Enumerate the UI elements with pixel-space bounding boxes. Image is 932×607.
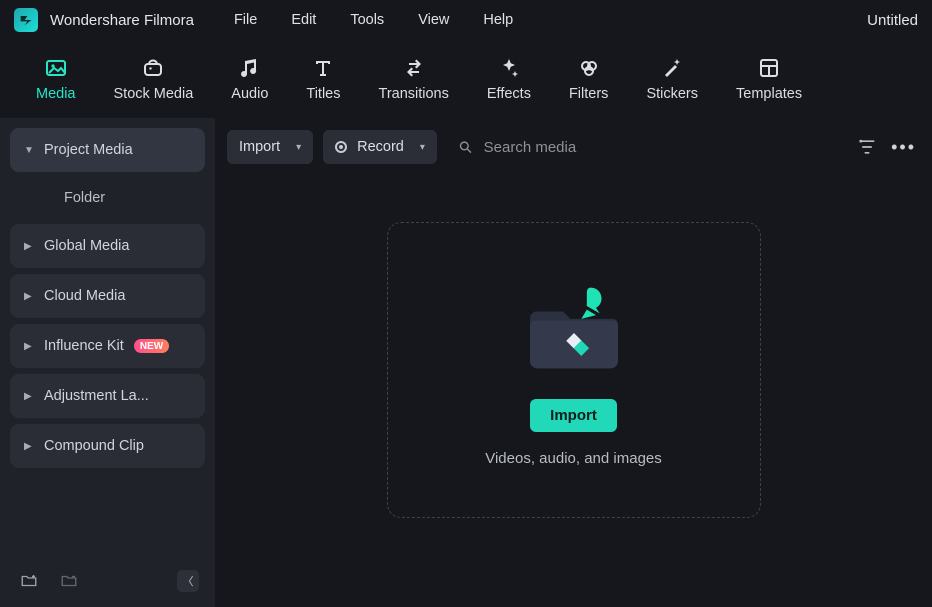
sidebar-item-folder[interactable]: Folder [10,178,205,218]
new-folder-button[interactable] [16,568,42,594]
chevron-right-icon: ▶ [24,241,34,252]
sidebar-item-cloud-media[interactable]: ▶ Cloud Media [10,274,205,318]
menubar: File Edit Tools View Help [234,12,855,28]
chevron-left-icon: 〈 [183,573,194,589]
swap-icon [402,56,426,80]
chevron-right-icon: ▶ [24,441,34,452]
tab-audio[interactable]: Audio [231,56,268,102]
tab-stock-media[interactable]: Stock Media [114,56,194,102]
chevron-right-icon: ▶ [24,391,34,402]
folder-minus-icon [60,572,78,590]
sidebar-item-label: Folder [64,190,105,206]
chevron-down-icon: ▾ [420,142,425,153]
music-note-icon [238,56,262,80]
titlebar: Wondershare Filmora File Edit Tools View… [0,0,932,40]
new-badge: NEW [134,339,169,353]
import-dropdown-label: Import [239,139,280,155]
menu-file[interactable]: File [234,12,257,28]
tab-label: Titles [306,86,340,102]
tab-transitions[interactable]: Transitions [379,56,449,102]
more-button[interactable]: ••• [887,137,920,158]
collapse-sidebar-button[interactable]: 〈 [177,570,199,592]
tab-filters[interactable]: Filters [569,56,608,102]
import-dropdown[interactable]: Import ▾ [227,130,313,164]
layout-icon [757,56,781,80]
tab-label: Filters [569,86,608,102]
text-icon [311,56,335,80]
chevron-right-icon: ▶ [24,341,34,352]
sidebar-item-label: Cloud Media [44,288,125,304]
sidebar-item-label: Compound Clip [44,438,144,454]
filter-icon [857,137,877,157]
app-title: Wondershare Filmora [50,12,194,29]
sparkle-icon [497,56,521,80]
menu-help[interactable]: Help [483,12,513,28]
folder-illustration [519,273,629,383]
main-panel: Import ▾ Record ▾ ••• [215,118,932,607]
tab-label: Transitions [379,86,449,102]
sidebar-item-label: Project Media [44,142,133,158]
record-dropdown-label: Record [357,139,404,155]
menu-tools[interactable]: Tools [350,12,384,28]
tab-templates[interactable]: Templates [736,56,802,102]
sidebar-footer: 〈 [10,561,205,607]
app-logo [14,8,38,32]
record-dropdown[interactable]: Record ▾ [323,130,437,164]
toolbar: Media Stock Media Audio Titles Transitio… [0,40,932,118]
sidebar-item-adjustment-layer[interactable]: ▶ Adjustment La... [10,374,205,418]
import-dropzone[interactable]: Import Videos, audio, and images [387,222,761,518]
sidebar-item-label: Adjustment La... [44,388,149,404]
menu-edit[interactable]: Edit [291,12,316,28]
search-icon [457,138,474,156]
tab-label: Templates [736,86,802,102]
sidebar-item-label: Global Media [44,238,129,254]
chevron-right-icon: ▶ [24,291,34,302]
tab-titles[interactable]: Titles [306,56,340,102]
cloud-image-icon [141,56,165,80]
main-toolbar: Import ▾ Record ▾ ••• [215,124,932,170]
search-wrap [447,130,847,164]
folder-plus-icon [20,572,38,590]
tab-media[interactable]: Media [36,56,76,102]
document-title: Untitled [867,12,918,29]
record-icon [335,141,347,153]
sidebar-item-project-media[interactable]: ▼ Project Media [10,128,205,172]
sidebar-item-global-media[interactable]: ▶ Global Media [10,224,205,268]
tab-effects[interactable]: Effects [487,56,531,102]
chevron-down-icon: ▼ [24,145,34,156]
image-icon [44,56,68,80]
sidebar-item-influence-kit[interactable]: ▶ Influence Kit NEW [10,324,205,368]
chevron-down-icon: ▾ [296,142,301,153]
search-input[interactable] [484,139,837,156]
sidebar-item-label: Influence Kit [44,338,124,354]
tab-label: Media [36,86,76,102]
circles-icon [577,56,601,80]
dropzone-caption: Videos, audio, and images [485,450,662,467]
wand-icon [660,56,684,80]
import-button[interactable]: Import [530,399,617,432]
sidebar: ▼ Project Media Folder ▶ Global Media ▶ … [0,118,215,607]
tab-label: Effects [487,86,531,102]
tab-label: Audio [231,86,268,102]
tab-label: Stickers [646,86,698,102]
sidebar-item-compound-clip[interactable]: ▶ Compound Clip [10,424,205,468]
menu-view[interactable]: View [418,12,449,28]
filter-button[interactable] [857,137,877,157]
tab-label: Stock Media [114,86,194,102]
delete-folder-button[interactable] [56,568,82,594]
tab-stickers[interactable]: Stickers [646,56,698,102]
